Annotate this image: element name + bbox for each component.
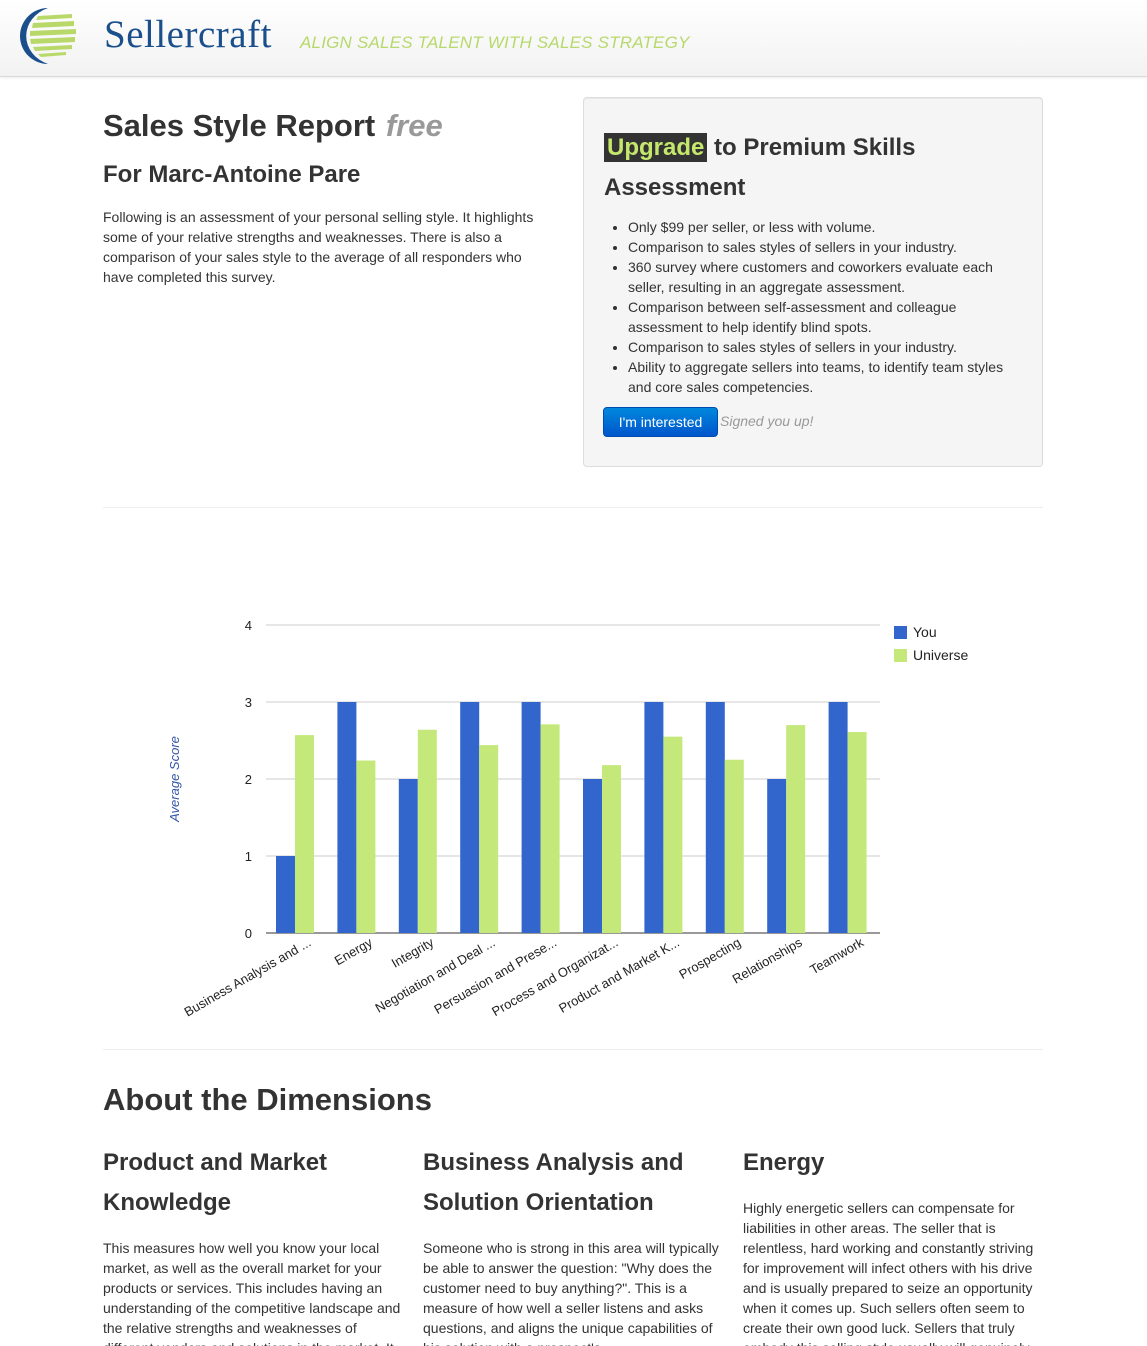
list-item: Comparison to sales styles of sellers in… xyxy=(628,237,1028,257)
section-divider xyxy=(103,1049,1043,1050)
im-interested-button[interactable]: I'm interested xyxy=(603,407,718,437)
bar-you xyxy=(828,702,848,933)
x-tick-label: Relationships xyxy=(730,934,806,986)
bar-universe xyxy=(847,732,867,933)
bar-universe xyxy=(540,724,560,933)
upgrade-benefits-list: Only $99 per seller, or less with volume… xyxy=(628,217,1028,397)
brand-name[interactable]: Sellercraft xyxy=(104,12,272,57)
y-tick-label: 0 xyxy=(245,926,252,941)
bar-you xyxy=(583,779,602,933)
y-axis-title: Average Score xyxy=(167,736,182,823)
legend-swatch xyxy=(894,626,907,639)
signup-status: Signed you up! xyxy=(720,413,814,429)
bar-you xyxy=(644,702,664,933)
dimensions-heading: About the Dimensions xyxy=(103,1082,432,1117)
sales-style-bar-chart: 0 1 2 3 4 Average Score Business Analysis and … xyxy=(167,618,968,1020)
dimension-title: Product and Market Knowledge xyxy=(103,1149,328,1216)
bar-you xyxy=(460,702,480,933)
free-tag: free xyxy=(385,108,443,143)
bar-you xyxy=(521,702,541,933)
x-tick-label: Energy xyxy=(332,934,376,968)
bar-you xyxy=(767,779,787,933)
y-tick-label: 1 xyxy=(245,849,252,864)
y-tick-label: 4 xyxy=(245,618,252,633)
y-tick-label: 3 xyxy=(245,695,252,710)
dimension-card: Energy Highly energetic sellers can comp… xyxy=(743,1143,1043,1346)
bar-universe xyxy=(417,729,437,933)
upgrade-heading: Upgrade to Premium Skills Assessment xyxy=(604,128,1024,208)
bar-universe xyxy=(786,725,806,933)
dimension-description: Someone who is strong in this area will … xyxy=(423,1240,719,1346)
bar-you xyxy=(337,702,357,933)
x-tick-label: Teamwork xyxy=(807,934,866,977)
upgrade-panel: Upgrade to Premium Skills Assessment Onl… xyxy=(583,97,1043,467)
legend-swatch xyxy=(894,649,907,662)
bar-universe xyxy=(602,765,621,933)
dimension-description: This measures how well you know your loc… xyxy=(103,1240,401,1346)
bar-you xyxy=(398,779,418,933)
bar-universe xyxy=(724,759,744,933)
bar-you xyxy=(276,856,295,933)
bar-universe xyxy=(663,736,683,933)
dimension-card: Business Analysis and Solution Orientati… xyxy=(423,1143,723,1346)
y-tick-label: 2 xyxy=(245,772,252,787)
list-item: Only $99 per seller, or less with volume… xyxy=(628,217,1028,237)
dimension-description: Highly energetic sellers can compensate … xyxy=(743,1200,1034,1346)
brand-tagline: ALIGN SALES TALENT WITH SALES STRATEGY xyxy=(300,33,690,52)
list-item: Comparison to sales styles of sellers in… xyxy=(628,337,1028,357)
x-tick-label: Integrity xyxy=(389,934,437,970)
section-divider xyxy=(103,507,1043,508)
legend-label: You xyxy=(913,624,937,640)
list-item: 360 survey where customers and coworkers… xyxy=(628,257,1028,297)
upgrade-highlight: Upgrade xyxy=(604,133,708,162)
x-tick-label: Business Analysis and ... xyxy=(181,935,313,1020)
report-recipient: For Marc-Antoine Pare xyxy=(103,161,361,188)
dimension-card: Product and Market Knowledge This measur… xyxy=(103,1143,403,1346)
sellercraft-logo-icon[interactable] xyxy=(16,4,92,66)
report-title-text: Sales Style Report xyxy=(103,108,376,143)
legend-label: Universe xyxy=(913,647,968,663)
bar-you xyxy=(705,702,725,933)
dimension-title: Business Analysis and Solution Orientati… xyxy=(423,1149,684,1216)
bar-universe xyxy=(295,735,314,933)
bar-universe xyxy=(356,760,376,933)
intro-paragraph: Following is an assessment of your perso… xyxy=(103,209,534,285)
bar-universe xyxy=(479,745,499,933)
site-header: Sellercraft ALIGN SALES TALENT WITH SALE… xyxy=(0,0,1147,77)
dimension-title: Energy xyxy=(743,1149,825,1176)
list-item: Comparison between self-assessment and c… xyxy=(628,297,1028,337)
page-title: Sales Style Report free xyxy=(103,108,443,144)
list-item: Ability to aggregate sellers into teams,… xyxy=(628,357,1028,397)
